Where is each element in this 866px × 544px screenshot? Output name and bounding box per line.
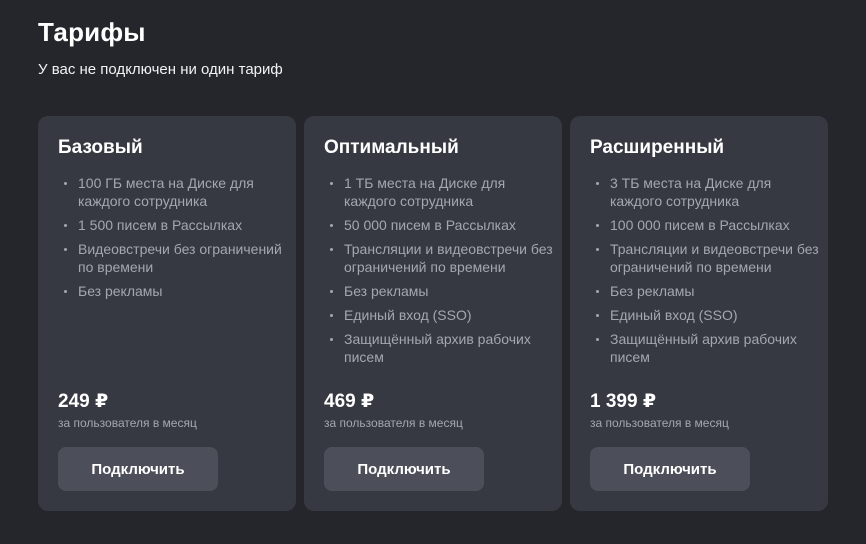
plan-feature: Единый вход (SSO) <box>330 306 554 324</box>
plan-card-basic: Базовый 100 ГБ места на Диске для каждог… <box>38 116 296 511</box>
page-subtitle: У вас не подключен ни один тариф <box>38 61 283 78</box>
plan-cards: Базовый 100 ГБ места на Диске для каждог… <box>38 116 828 511</box>
plan-feature: Без рекламы <box>64 282 288 300</box>
plan-feature: 1 500 писем в Рассылках <box>64 216 288 234</box>
plan-feature: Трансляции и видеовстречи без ограничени… <box>596 241 819 275</box>
plan-price: 249 ₽ <box>58 391 109 412</box>
plan-features: 100 ГБ места на Диске для каждого сотруд… <box>58 174 288 306</box>
plan-features: 1 ТБ места на Диске для каждого сотрудни… <box>324 174 554 372</box>
plan-feature: Без рекламы <box>330 282 554 300</box>
plan-price: 1 399 ₽ <box>590 391 657 412</box>
plan-features: 3 ТБ места на Диске для каждого сотрудни… <box>590 174 820 372</box>
plan-card-optimal: Оптимальный 1 ТБ места на Диске для кажд… <box>304 116 562 511</box>
connect-button-basic[interactable]: Подключить <box>58 447 218 491</box>
plan-feature: Защищённый архив рабочих писем <box>330 330 554 366</box>
plan-feature: Трансляции и видеовстречи без ограничени… <box>330 241 553 275</box>
plan-period: за пользователя в месяц <box>324 416 463 430</box>
plan-feature: 50 000 писем в Рассылках <box>330 216 554 234</box>
plan-feature: 1 ТБ места на Диске для каждого сотрудни… <box>330 174 554 210</box>
plan-feature: Единый вход (SSO) <box>596 306 820 324</box>
plan-feature: 100 000 писем в Рассылках <box>596 216 820 234</box>
plan-feature: 100 ГБ места на Диске для каждого сотруд… <box>64 174 288 210</box>
plan-name: Оптимальный <box>324 137 459 158</box>
plan-period: за пользователя в месяц <box>58 416 197 430</box>
plan-feature: Защищённый архив рабочих писем <box>596 330 820 366</box>
plan-name: Расширенный <box>590 137 725 158</box>
plan-card-extended: Расширенный 3 ТБ места на Диске для кажд… <box>570 116 828 511</box>
plan-name: Базовый <box>58 137 143 158</box>
plan-period: за пользователя в месяц <box>590 416 729 430</box>
plan-feature: Без рекламы <box>596 282 820 300</box>
plan-price: 469 ₽ <box>324 391 375 412</box>
page-title: Тарифы <box>38 17 146 47</box>
connect-button-optimal[interactable]: Подключить <box>324 447 484 491</box>
connect-button-extended[interactable]: Подключить <box>590 447 750 491</box>
plan-feature: 3 ТБ места на Диске для каждого сотрудни… <box>596 174 820 210</box>
plan-feature: Видеовстречи без ограничений по времени <box>64 240 288 276</box>
